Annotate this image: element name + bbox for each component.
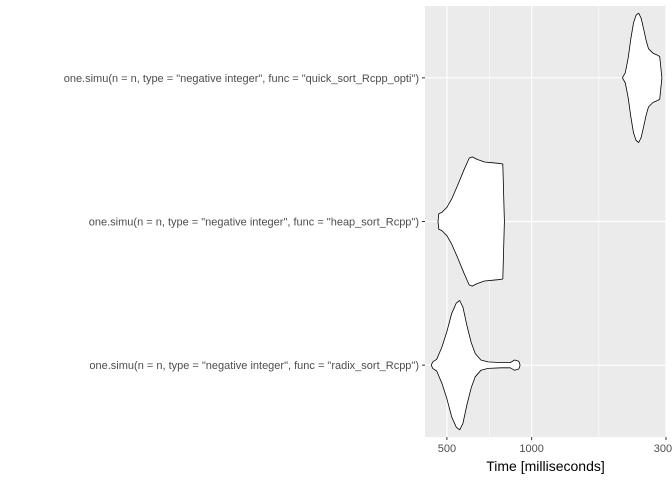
category-label: one.simu(n = n, type = "negative integer…: [89, 217, 419, 229]
violin-chart: one.simu(n = n, type = "negative integer…: [64, 6, 672, 474]
category-label: one.simu(n = n, type = "negative integer…: [89, 360, 419, 372]
x-tick-label: 500: [438, 443, 456, 455]
x-tick-label: 3000: [654, 443, 672, 455]
x-axis-title: Time [milliseconds]: [486, 458, 605, 474]
category-labels: one.simu(n = n, type = "negative integer…: [64, 73, 425, 372]
x-axis-ticks: 500 1000 3000: [438, 437, 672, 455]
category-label: one.simu(n = n, type = "negative integer…: [64, 73, 419, 85]
x-tick-label: 1000: [519, 443, 543, 455]
